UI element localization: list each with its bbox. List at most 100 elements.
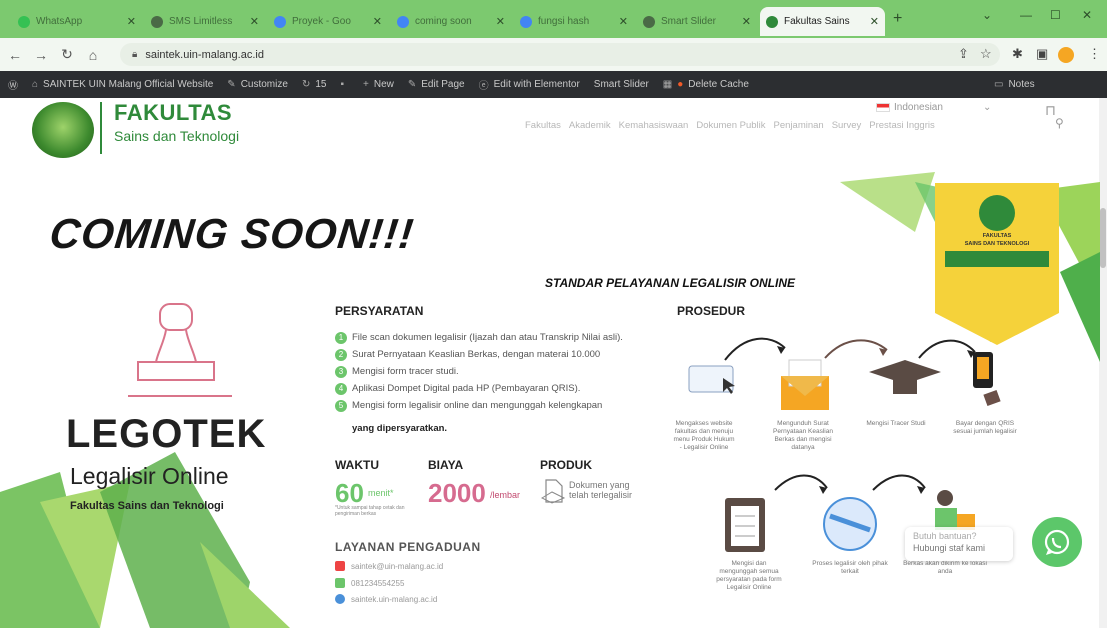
refresh-icon: ↻ xyxy=(301,79,311,90)
tab-sms[interactable]: SMS Limitless ✕ xyxy=(145,7,265,36)
maximize-icon[interactable]: ☐ xyxy=(1050,8,1061,22)
help-bubble[interactable]: Butuh bantuan? Hubungi staf kami xyxy=(905,527,1013,561)
phone-text: 081234554255 xyxy=(351,578,405,588)
site-icon xyxy=(766,15,778,28)
extensions-icon[interactable]: ✱ xyxy=(1012,46,1023,62)
tab-fungsi-hash[interactable]: fungsi hash ✕ xyxy=(514,7,634,36)
list-item: 2 Surat Pernyataan Keaslian Berkas, denga… xyxy=(335,349,665,361)
bg-poly-right-1 xyxy=(840,172,935,232)
tab-title: Fakultas Sains xyxy=(784,16,850,27)
badge-logo xyxy=(979,195,1015,231)
wp-customize-label: Customize xyxy=(240,79,288,90)
brand-title[interactable]: FAKULTAS xyxy=(114,100,232,126)
pencil-icon: ✎ xyxy=(407,79,417,90)
close-icon[interactable]: ✕ xyxy=(619,15,628,28)
profile-avatar[interactable] xyxy=(1058,47,1074,63)
step-7-caption: Berkas akan dikirim ke lokasi anda xyxy=(903,560,987,576)
step-3-caption: Mengisi Tracer Studi xyxy=(866,420,926,427)
star-icon[interactable]: ☆ xyxy=(980,46,992,62)
language-selector[interactable]: Indonesian ⌄ xyxy=(876,102,991,113)
tab-fakultas-active[interactable]: Fakultas Sains ✕ xyxy=(760,7,885,36)
home-icon[interactable]: ⌂ xyxy=(82,47,104,63)
wp-cache-link[interactable]: ▦ ● Delete Cache xyxy=(663,79,749,90)
uin-logo[interactable] xyxy=(32,102,94,158)
courier-icon xyxy=(937,490,953,506)
wp-slider-label: Smart Slider xyxy=(593,79,649,90)
step-4-caption: Bayar dengan QRIS sesuai jumlah legalisi… xyxy=(953,420,1017,436)
legotek-title: LEGOTEK xyxy=(66,412,267,456)
whatsapp-icon xyxy=(1044,529,1070,555)
prosedur-heading: PROSEDUR xyxy=(677,304,746,318)
badge-band xyxy=(945,251,1049,267)
close-icon[interactable]: ✕ xyxy=(496,15,505,28)
scrollbar[interactable] xyxy=(1099,98,1107,628)
menu-icon[interactable]: ⋮ xyxy=(1088,46,1101,62)
close-icon[interactable]: ✕ xyxy=(127,15,136,28)
wp-notes-link[interactable]: ▭ Notes xyxy=(994,79,1035,90)
tab-title: WhatsApp xyxy=(36,16,83,27)
indonesia-flag-icon xyxy=(876,103,890,112)
brand-subtitle[interactable]: Sains dan Teknologi xyxy=(114,128,239,144)
close-icon[interactable]: ✕ xyxy=(742,15,751,28)
contact-web[interactable]: saintek.uin-malang.ac.id xyxy=(335,594,437,604)
nav-prestasi[interactable]: Prestasi Inggris xyxy=(869,120,934,131)
contact-email[interactable]: saintek@uin-malang.ac.id xyxy=(335,561,443,571)
wp-edit-label: Edit Page xyxy=(421,79,465,90)
nav-penjaminan[interactable]: Penjaminan xyxy=(774,120,824,131)
number-icon: 5 xyxy=(335,400,347,412)
tab-smart-slider[interactable]: Smart Slider ✕ xyxy=(637,7,757,36)
wp-site-link[interactable]: ⌂ SAINTEK UIN Malang Official Website xyxy=(32,79,213,90)
wp-smart-slider-link[interactable]: Smart Slider xyxy=(594,79,649,90)
waktu-heading: WAKTU xyxy=(335,458,379,472)
nav-dokumen-publik[interactable]: Dokumen Publik xyxy=(696,120,765,131)
reload-icon[interactable]: ↻ xyxy=(56,46,78,63)
home-icon: ⌂ xyxy=(32,79,39,90)
share-icon[interactable]: ⇪ xyxy=(958,46,969,62)
scrollbar-thumb[interactable] xyxy=(1100,208,1106,268)
close-icon[interactable]: ✕ xyxy=(870,15,879,28)
lock-icon[interactable]: 🔒︎ xyxy=(132,49,137,60)
document-icon xyxy=(540,479,566,504)
wp-new-link[interactable]: + New xyxy=(363,79,394,90)
arrow-4 xyxy=(774,474,828,491)
tab-whatsapp[interactable]: WhatsApp ✕ xyxy=(12,7,142,36)
close-icon[interactable]: ✕ xyxy=(373,15,382,28)
nav-kemahasiswaan[interactable]: Kemahasiswaan xyxy=(619,120,689,131)
req-text: Surat Pernyataan Keaslian Berkas, dengan… xyxy=(352,349,601,360)
wp-comments-link[interactable]: ▪ xyxy=(340,79,349,90)
nav-fakultas[interactable]: Fakultas xyxy=(525,120,561,131)
badge-line2: SAINS DAN TEKNOLOGI xyxy=(964,241,1030,247)
nav-akademik[interactable]: Akademik xyxy=(569,120,611,131)
wp-new-label: New xyxy=(373,79,394,90)
forward-icon[interactable]: → xyxy=(30,47,52,63)
nav-survey[interactable]: Survey xyxy=(832,120,862,131)
close-icon[interactable]: ✕ xyxy=(250,15,259,28)
sidebar-icon[interactable]: ▣ xyxy=(1036,46,1048,62)
tab-title: fungsi hash xyxy=(538,16,590,27)
new-tab-icon[interactable]: + xyxy=(893,10,902,28)
url-text: saintek.uin-malang.ac.id xyxy=(145,48,264,61)
minimize-icon[interactable]: — xyxy=(1020,8,1032,22)
chevron-down-icon: ⌄ xyxy=(982,102,992,113)
search-icon[interactable]: ⚲ xyxy=(1055,116,1064,130)
close-window-icon[interactable]: ✕ xyxy=(1082,8,1092,22)
tab-title: Smart Slider xyxy=(661,16,717,27)
tab-proyek[interactable]: Proyek - Goo ✕ xyxy=(268,7,388,36)
wp-elementor-link[interactable]: ⓔ Edit with Elementor xyxy=(479,77,580,92)
wordpress-icon[interactable]: Ⓦ xyxy=(8,77,18,92)
google-icon xyxy=(397,15,409,28)
address-bar[interactable]: 🔒︎ saintek.uin-malang.ac.id xyxy=(120,43,1000,66)
wp-customize-link[interactable]: ✎ Customize xyxy=(227,79,288,90)
contact-phone[interactable]: 081234554255 xyxy=(335,578,404,588)
list-item: 5 Mengisi form legalisir online dan mengu… xyxy=(335,400,665,412)
wp-notes-label: Notes xyxy=(1008,79,1035,90)
wp-updates-link[interactable]: ↻ 15 xyxy=(302,79,327,90)
chevron-down-icon[interactable]: ⌄ xyxy=(982,8,992,22)
layanan-heading: LAYANAN PENGADUAN xyxy=(335,540,481,554)
back-icon[interactable]: ← xyxy=(4,47,26,63)
whatsapp-button[interactable] xyxy=(1032,517,1082,567)
tab-coming-soon[interactable]: coming soon ✕ xyxy=(391,7,511,36)
wp-edit-page-link[interactable]: ✎ Edit Page xyxy=(408,79,465,90)
bg-poly-right-4 xyxy=(1060,252,1100,362)
badge-line1: FAKULTAS xyxy=(982,233,1012,239)
